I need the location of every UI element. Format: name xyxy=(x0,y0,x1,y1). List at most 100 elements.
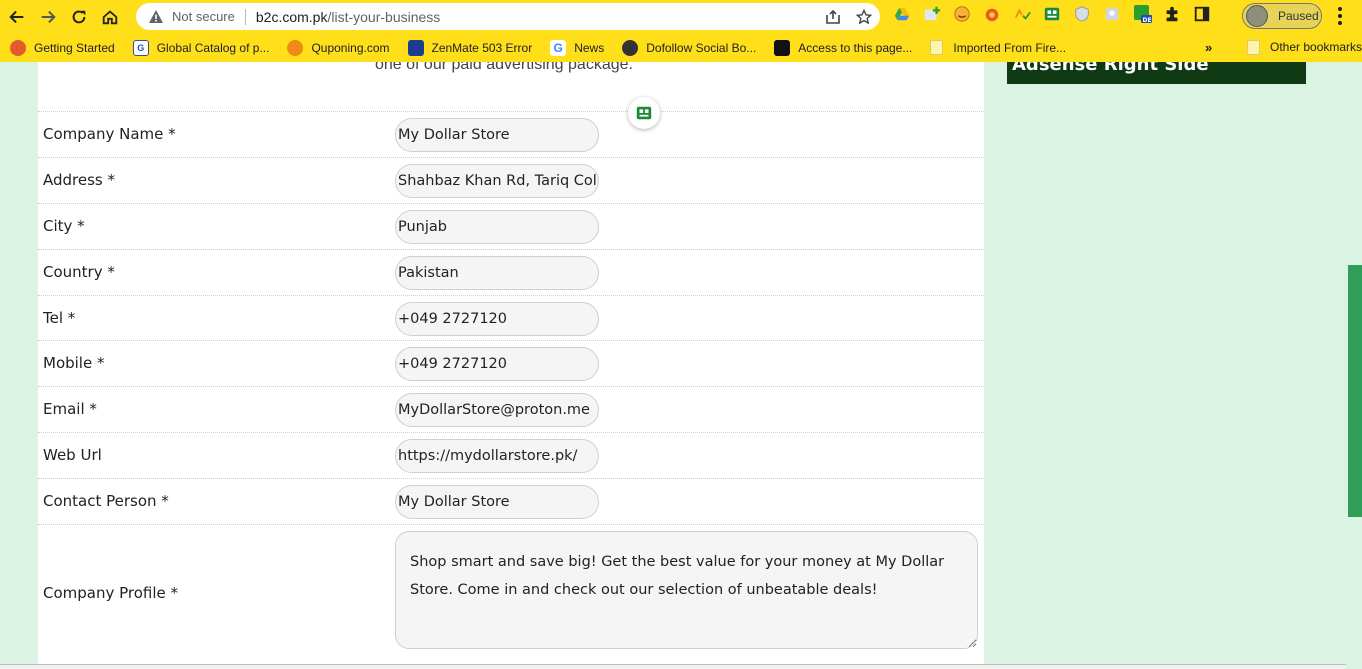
drive-extension-icon[interactable] xyxy=(892,4,912,24)
mobile-input[interactable] xyxy=(395,347,599,381)
gc-icon: G xyxy=(132,39,149,56)
home-button[interactable] xyxy=(96,3,124,31)
form-row-city: City * xyxy=(38,203,984,249)
email-label: Email * xyxy=(43,400,97,418)
folder-icon xyxy=(930,40,944,55)
url-path: /list-your-business xyxy=(327,8,441,25)
warning-icon xyxy=(149,9,163,23)
firefox-icon xyxy=(10,39,26,56)
more-bookmarks-button[interactable]: » xyxy=(1205,40,1212,55)
bookmark-imported-folder[interactable]: Imported From Fire... xyxy=(920,37,1074,59)
form-row-address: Address * xyxy=(38,157,984,203)
listing-form: one of our paid advertising package. Com… xyxy=(38,62,984,669)
bookmark-label: Other bookmarks xyxy=(1270,40,1362,54)
forward-arrow-icon xyxy=(41,10,56,23)
back-button[interactable] xyxy=(3,3,31,31)
extensions-bar: DE xyxy=(892,4,1212,24)
city-label: City * xyxy=(43,217,85,235)
bookmark-label: Dofollow Social Bo... xyxy=(646,40,757,55)
web-page: one of our paid advertising package. Com… xyxy=(0,62,1362,669)
form-row-company-profile: Company Profile * Shop smart and save bi… xyxy=(38,524,984,664)
country-label: Country * xyxy=(43,263,115,281)
address-label: Address * xyxy=(43,171,116,189)
ad-label: Adsense Right Side xyxy=(1012,62,1209,75)
bookmark-label: Access to this page... xyxy=(798,40,913,55)
forward-button[interactable] xyxy=(34,3,62,31)
tel-input[interactable] xyxy=(395,302,599,336)
side-panel-icon[interactable] xyxy=(1192,4,1212,24)
puzzle-extensions-icon[interactable] xyxy=(1162,4,1182,24)
home-icon xyxy=(102,9,118,24)
security-status[interactable]: Not secure xyxy=(172,9,235,24)
address-bar[interactable]: Not secure b2c.com.pk /list-your-busines… xyxy=(136,3,880,30)
bookmark-label: News xyxy=(574,40,605,55)
form-row-web-url: Web Url xyxy=(38,432,984,478)
robot-icon xyxy=(636,106,652,120)
bookmark-label: Getting Started xyxy=(34,40,115,55)
robot-extension-icon[interactable] xyxy=(1042,4,1062,24)
black-square-icon xyxy=(774,39,791,56)
avatar xyxy=(1246,5,1268,27)
share-icon[interactable] xyxy=(824,8,841,25)
profile-button[interactable]: Paused xyxy=(1242,3,1322,29)
shield-extension-icon[interactable] xyxy=(1072,4,1092,24)
intro-text: one of our paid advertising package. xyxy=(375,62,633,73)
form-row-company-name: Company Name * xyxy=(38,111,984,157)
bookmark-label: ZenMate 503 Error xyxy=(431,40,533,55)
web-url-label: Web Url xyxy=(43,446,102,464)
other-bookmarks-folder[interactable]: Other bookmarks xyxy=(1237,36,1362,58)
bookmark-dofollow[interactable]: Dofollow Social Bo... xyxy=(612,37,764,59)
zenmate-icon xyxy=(407,39,424,56)
form-row-email: Email * xyxy=(38,386,984,432)
horizontal-scrollbar[interactable] xyxy=(0,664,1346,669)
bookmark-zenmate[interactable]: ZenMate 503 Error xyxy=(398,37,541,59)
fire-extension-icon[interactable] xyxy=(982,4,1002,24)
bookmark-global-catalog[interactable]: G Global Catalog of p... xyxy=(123,37,278,59)
company-profile-label: Company Profile * xyxy=(43,584,179,602)
chat-bot-badge[interactable] xyxy=(628,97,660,129)
scrollbar-thumb[interactable] xyxy=(1348,265,1362,517)
company-name-input[interactable] xyxy=(395,118,599,152)
google-icon: G xyxy=(550,39,567,56)
bookmarks-bar: Getting Started G Global Catalog of p...… xyxy=(0,33,1362,62)
bookmark-star-icon[interactable] xyxy=(855,8,872,25)
reload-icon xyxy=(72,10,86,23)
form-row-contact-person: Contact Person * xyxy=(38,478,984,524)
bookmark-access-page[interactable]: Access to this page... xyxy=(764,37,920,59)
form-row-mobile: Mobile * xyxy=(38,340,984,386)
emoji-extension-icon[interactable] xyxy=(952,4,972,24)
bookmark-getting-started[interactable]: Getting Started xyxy=(0,37,123,59)
mobile-label: Mobile * xyxy=(43,354,105,372)
company-name-label: Company Name * xyxy=(43,125,176,143)
gray-extension-icon[interactable] xyxy=(1102,4,1122,24)
bookmark-label: Quponing.com xyxy=(311,40,390,55)
folder-icon xyxy=(1247,39,1260,55)
email-input[interactable] xyxy=(395,393,599,427)
seo-check-extension-icon[interactable] xyxy=(1012,4,1032,24)
url-host: b2c.com.pk xyxy=(255,8,328,25)
country-input[interactable] xyxy=(395,256,599,290)
address-input[interactable] xyxy=(395,164,599,198)
reload-button[interactable] xyxy=(65,3,93,31)
vpn-extension-icon[interactable]: DE xyxy=(1132,4,1152,24)
form-row-country: Country * xyxy=(38,249,984,295)
city-input[interactable] xyxy=(395,210,599,244)
bookmark-quponing[interactable]: Quponing.com xyxy=(277,37,397,59)
contact-person-label: Contact Person * xyxy=(43,492,169,510)
address-separator xyxy=(244,8,246,25)
form-row-tel: Tel * xyxy=(38,295,984,340)
svg-text:DE: DE xyxy=(1143,17,1152,24)
browser-menu-button[interactable] xyxy=(1332,6,1348,26)
back-arrow-icon xyxy=(9,10,24,23)
company-profile-textarea[interactable]: Shop smart and save big! Get the best va… xyxy=(395,531,978,649)
ad-placeholder[interactable]: Adsense Right Side xyxy=(1007,62,1306,84)
globe-icon xyxy=(622,39,639,56)
bookmark-label: Imported From Fire... xyxy=(953,40,1067,55)
bookmark-news[interactable]: G News xyxy=(540,37,612,59)
web-url-input[interactable] xyxy=(395,439,599,473)
bookmark-label: Global Catalog of p... xyxy=(156,40,270,55)
contact-person-input[interactable] xyxy=(395,485,599,519)
profile-status-label: Paused xyxy=(1278,9,1319,23)
add-extension-icon[interactable] xyxy=(922,4,942,24)
quponing-icon xyxy=(287,39,304,56)
